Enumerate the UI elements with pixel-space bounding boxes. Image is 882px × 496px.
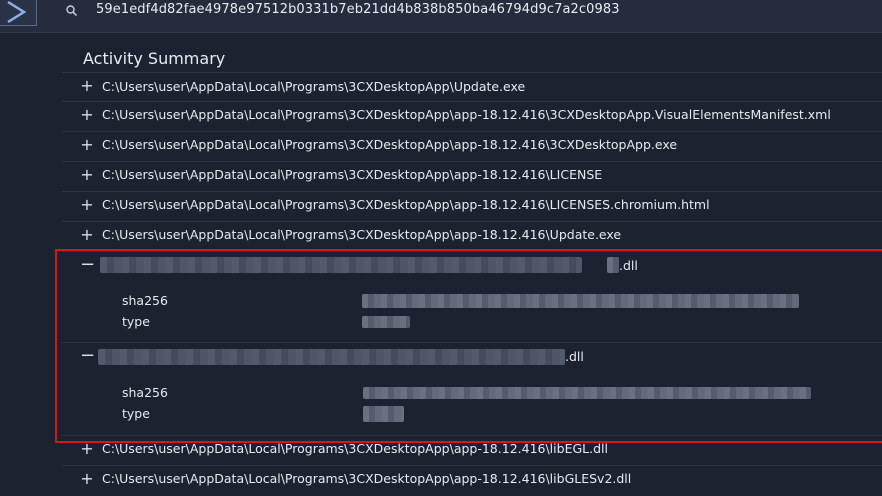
- file-path: C:\Users\user\AppData\Local\Programs\3CX…: [102, 471, 632, 486]
- app-logo[interactable]: [0, 0, 37, 26]
- plus-icon[interactable]: +: [80, 78, 94, 94]
- file-row[interactable]: + C:\Users\user\AppData\Local\Programs\3…: [62, 131, 882, 162]
- plus-icon[interactable]: +: [80, 227, 94, 243]
- plus-icon[interactable]: +: [80, 441, 94, 457]
- plus-icon[interactable]: +: [80, 167, 94, 183]
- file-row[interactable]: + C:\Users\user\AppData\Local\Programs\3…: [62, 72, 882, 103]
- search-icon: [66, 5, 78, 17]
- file-path: C:\Users\user\AppData\Local\Programs\3CX…: [102, 441, 608, 456]
- plus-icon[interactable]: +: [80, 471, 94, 487]
- plus-icon[interactable]: +: [80, 137, 94, 153]
- search-input[interactable]: 59e1edf4d82fae4978e97512b0331b7eb21dd4b8…: [96, 2, 620, 17]
- file-row[interactable]: + C:\Users\user\AppData\Local\Programs\3…: [62, 161, 882, 192]
- file-path: C:\Users\user\AppData\Local\Programs\3CX…: [102, 107, 831, 122]
- plus-icon[interactable]: +: [80, 197, 94, 213]
- top-bar: 59e1edf4d82fae4978e97512b0331b7eb21dd4b8…: [0, 0, 882, 33]
- file-row[interactable]: + C:\Users\user\AppData\Local\Programs\3…: [62, 101, 882, 132]
- chevron-logo-icon: [7, 0, 27, 24]
- plus-icon[interactable]: +: [80, 107, 94, 123]
- highlight-box: [55, 249, 882, 443]
- file-path: C:\Users\user\AppData\Local\Programs\3CX…: [102, 167, 603, 182]
- file-row[interactable]: + C:\Users\user\AppData\Local\Programs\3…: [62, 465, 882, 496]
- file-path: C:\Users\user\AppData\Local\Programs\3CX…: [102, 137, 678, 152]
- file-path: C:\Users\user\AppData\Local\Programs\3CX…: [102, 227, 622, 242]
- panel-title: Activity Summary: [83, 49, 226, 68]
- file-row[interactable]: + C:\Users\user\AppData\Local\Programs\3…: [62, 221, 882, 252]
- file-row[interactable]: + C:\Users\user\AppData\Local\Programs\3…: [62, 191, 882, 222]
- file-path: C:\Users\user\AppData\Local\Programs\3CX…: [102, 79, 526, 94]
- file-path: C:\Users\user\AppData\Local\Programs\3CX…: [102, 197, 710, 212]
